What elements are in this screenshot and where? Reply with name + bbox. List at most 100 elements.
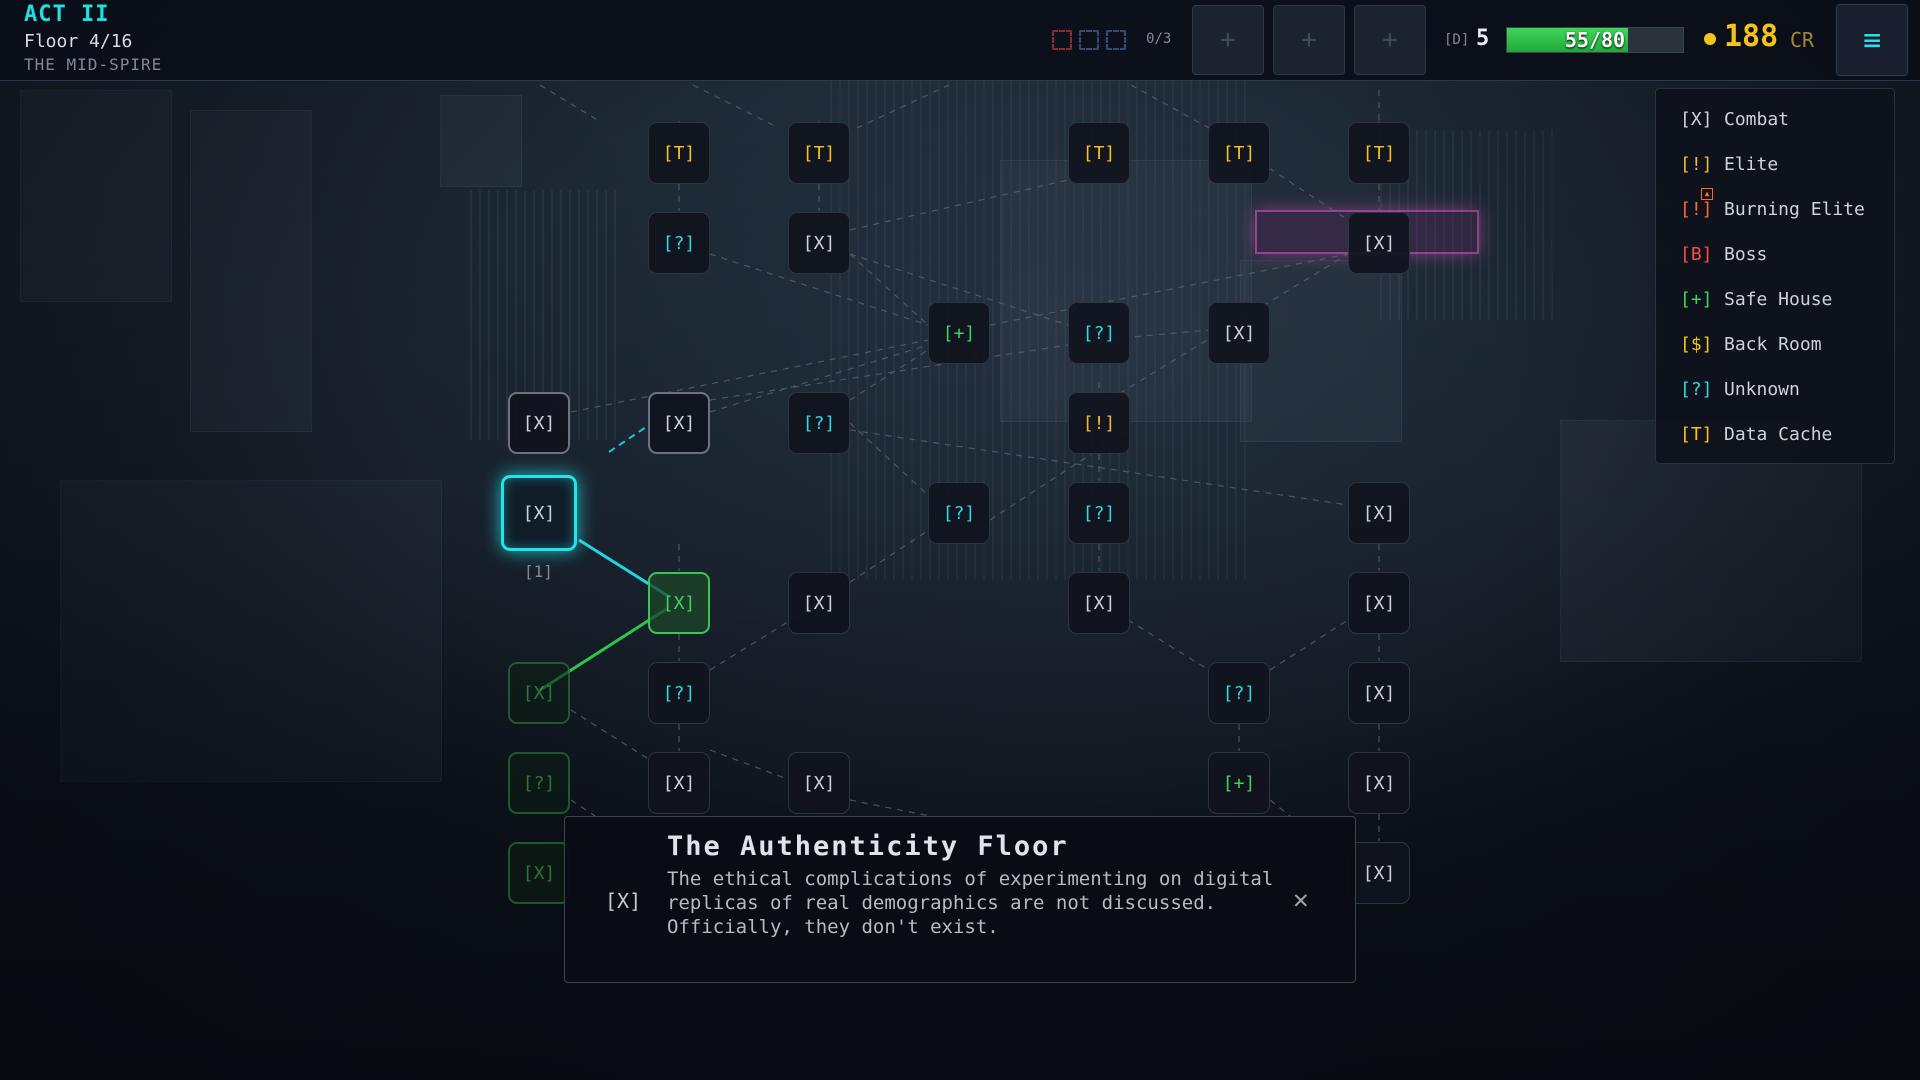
plus-icon: + [1301, 25, 1317, 55]
health-text: 55/80 [1564, 28, 1626, 52]
consumable-count: 0/3 [1146, 31, 1172, 47]
deck-icon[interactable]: [D] [1444, 32, 1469, 48]
map-node-unknown[interactable]: [?] [1068, 302, 1130, 364]
map-node-unknown[interactable]: [?] [928, 482, 990, 544]
legend-label: Back Room [1724, 334, 1822, 355]
map-node-combat[interactable]: [X] [1348, 572, 1410, 634]
burning-icon: ▲ [1701, 188, 1713, 200]
legend-label: Data Cache [1724, 424, 1833, 445]
node-label: [?] [662, 682, 696, 704]
node-label: [?] [1082, 322, 1116, 344]
map-node-combat[interactable]: [X] [788, 572, 850, 634]
map-node-data-cache[interactable]: [T] [1068, 122, 1130, 184]
node-label: [X] [802, 772, 836, 794]
node-label: [T] [662, 142, 696, 164]
map-node-combat[interactable]: [X] [1208, 302, 1270, 364]
path-line [849, 349, 929, 401]
node-label: [X] [1082, 592, 1116, 614]
map-node-data-cache[interactable]: [T] [1348, 122, 1410, 184]
legend-item-elite: [!] Elite [1680, 154, 1778, 175]
map-node-unknown[interactable]: [?] [648, 212, 710, 274]
map-node-visited: [?] [508, 752, 570, 814]
path-line [709, 749, 791, 781]
map-node-unknown[interactable]: [?] [788, 392, 850, 454]
map-node-data-cache[interactable]: [T] [648, 122, 710, 184]
map-node-elite[interactable]: [!] [1068, 392, 1130, 454]
menu-button[interactable]: ≡ [1836, 4, 1908, 76]
plus-icon: + [1382, 25, 1398, 55]
consumable-slot[interactable] [1106, 30, 1126, 50]
floor-tooltip: [X] The Authenticity Floor The ethical c… [564, 816, 1356, 983]
map-node-combat[interactable]: [X] [648, 752, 710, 814]
map-node-combat[interactable]: [X] [1068, 572, 1130, 634]
node-label: [X] [1362, 682, 1396, 704]
map-node-safe-house[interactable]: [+] [1208, 752, 1270, 814]
node-label: [X] [1362, 502, 1396, 524]
node-label: [?] [522, 772, 556, 794]
node-label: [X] [1362, 592, 1396, 614]
node-label: [X] [1362, 232, 1396, 254]
tooltip-title: The Authenticity Floor [667, 831, 1069, 862]
consumable-slot[interactable] [1079, 30, 1099, 50]
path-line [692, 84, 780, 129]
path-line [570, 799, 596, 817]
legend-label: Safe House [1724, 289, 1833, 310]
path-line [849, 799, 931, 817]
current-node-index: [1] [524, 562, 553, 581]
path-line [709, 344, 1069, 401]
map-node-unknown[interactable]: [?] [648, 662, 710, 724]
credits-value: 188 [1724, 19, 1779, 54]
node-label: [T] [802, 142, 836, 164]
map-node-visited: [X] [648, 572, 710, 634]
legend-item-data-cache: [T] Data Cache [1680, 424, 1832, 445]
node-label: [X] [522, 412, 556, 434]
deck-count: 5 [1476, 26, 1490, 51]
path-line [1269, 619, 1349, 671]
node-label: [+] [942, 322, 976, 344]
map-node-combat[interactable]: [X] [648, 392, 710, 454]
node-label: [X] [662, 592, 696, 614]
map-node-combat[interactable]: [X] [1348, 482, 1410, 544]
act-title: ACT II [24, 2, 110, 27]
path-line [570, 709, 651, 761]
map-legend: [X] Combat [!] Elite [!] Burning Elite [B] B… [1655, 88, 1895, 464]
floor-counter: Floor 4/16 [24, 31, 133, 52]
map-node-combat[interactable]: [X] [1348, 842, 1410, 904]
map-node-unknown[interactable]: [?] [1208, 662, 1270, 724]
credits-icon [1704, 33, 1716, 45]
close-icon[interactable]: ✕ [1293, 885, 1309, 915]
map-node-safe-house[interactable]: [+] [928, 302, 990, 364]
map-node-combat[interactable]: [X] [1348, 752, 1410, 814]
tooltip-node-icon: [X] [605, 889, 642, 913]
map-node-data-cache[interactable]: [T] [788, 122, 850, 184]
node-label: [X] [1362, 862, 1396, 884]
node-label: [X] [802, 592, 836, 614]
health-bar: 55/80 [1506, 27, 1684, 53]
map-node-combat[interactable]: [X] [788, 212, 850, 274]
node-label: [X] [522, 682, 556, 704]
legend-item-boss: [B] Boss [1680, 244, 1767, 265]
map-node-combat[interactable]: [X] [508, 392, 570, 454]
add-item-button[interactable]: + [1273, 5, 1345, 75]
legend-item-burning-elite: [!] Burning Elite [1680, 199, 1865, 220]
map-node-combat[interactable]: [X] [1348, 212, 1410, 274]
consumable-slot[interactable] [1052, 30, 1072, 50]
path-available [608, 424, 650, 453]
credits-unit: CR [1790, 28, 1815, 52]
map-node-visited: [X] [508, 842, 570, 904]
node-label: [?] [942, 502, 976, 524]
node-label: [T] [1082, 142, 1116, 164]
node-label: [X] [522, 502, 556, 524]
map-node-combat[interactable]: [X] [788, 752, 850, 814]
path-line [849, 253, 929, 326]
node-label: [X] [1362, 772, 1396, 794]
top-hud: ACT II Floor 4/16 THE MID-SPIRE 0/3 + + … [0, 0, 1920, 81]
add-item-button[interactable]: + [1192, 5, 1264, 75]
consumable-slots [1052, 30, 1126, 50]
map-node-combat[interactable]: [X] [1348, 662, 1410, 724]
map-node-visited: [X] [508, 662, 570, 724]
map-node-unknown[interactable]: [?] [1068, 482, 1130, 544]
add-item-button[interactable]: + [1354, 5, 1426, 75]
map-node-current[interactable]: [X] [501, 475, 577, 551]
map-node-data-cache[interactable]: [T] [1208, 122, 1270, 184]
